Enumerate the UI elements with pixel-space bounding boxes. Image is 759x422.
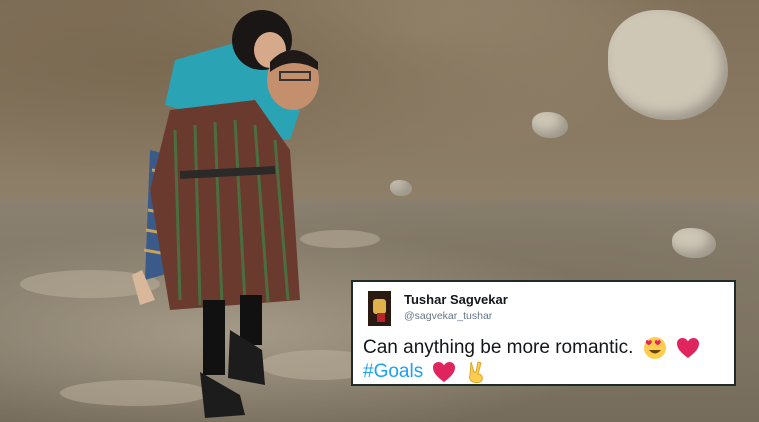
hashtag-link[interactable]: #Goals: [363, 361, 423, 382]
tweet-text-line: Can anything be more romantic.: [363, 337, 634, 359]
author-name: Tushar Sagvekar: [404, 292, 508, 307]
photo-scene: Tushar Sagvekar @sagvekar_tushar Can any…: [0, 0, 759, 422]
tweet-hashtag-line: #Goals: [363, 360, 486, 384]
heart-eyes-emoji-icon: [643, 337, 666, 359]
tweet-text: Can anything be more romantic.: [363, 336, 700, 360]
tweet-card: Tushar Sagvekar @sagvekar_tushar Can any…: [351, 280, 736, 386]
author-handle: @sagvekar_tushar: [404, 310, 493, 322]
victory-hand-emoji-icon: [468, 361, 483, 384]
red-heart-emoji-icon: [433, 362, 456, 382]
avatar: [368, 291, 391, 326]
red-heart-emoji-icon: [676, 338, 699, 358]
